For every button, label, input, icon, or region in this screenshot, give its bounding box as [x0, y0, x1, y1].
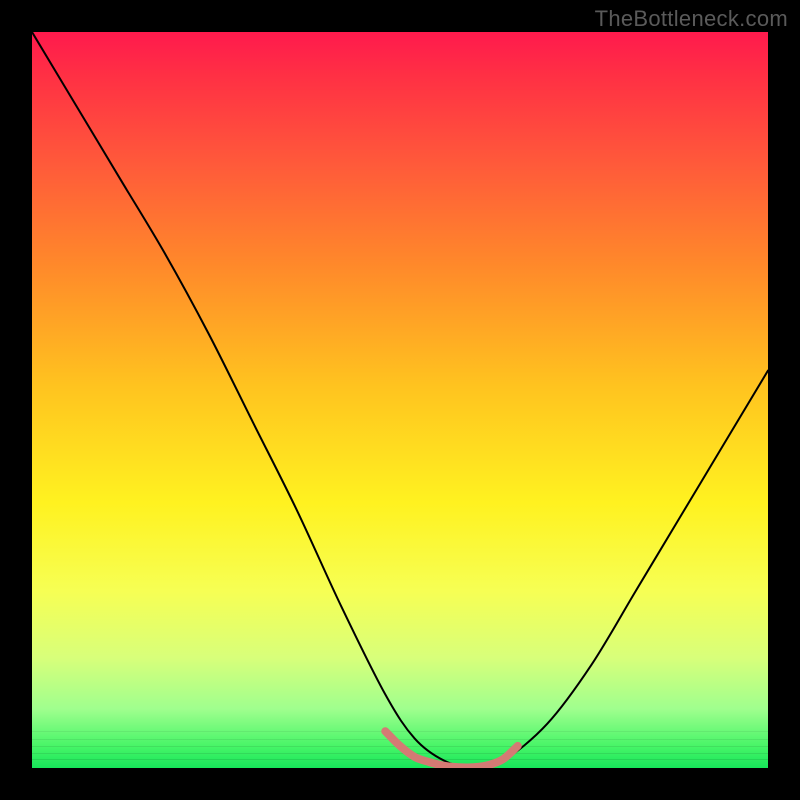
optimal-band-curve: [385, 731, 517, 767]
bottleneck-curve: [32, 32, 768, 768]
watermark-text: TheBottleneck.com: [595, 6, 788, 32]
chart-frame: TheBottleneck.com: [0, 0, 800, 800]
plot-area: [32, 32, 768, 768]
curve-svg: [32, 32, 768, 768]
